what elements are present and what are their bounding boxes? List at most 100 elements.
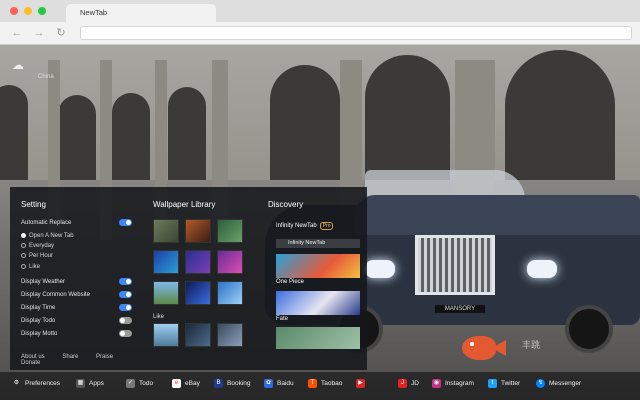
bookmark-messenger[interactable]: ↯ Messenger [536,379,581,389]
pro-badge: Pro [319,222,334,230]
discovery-card-image[interactable] [276,254,360,278]
arch [365,55,450,180]
grid-icon: ▦ [76,379,85,388]
bottom-bar: ⚙ Preferences ▦ Apps ✓ Todo e eBay B Booking … [0,372,640,400]
discovery-app-name: Infinity NewTab Pro [276,222,360,230]
option-per-hour[interactable]: Per Hour [21,253,53,259]
arch [112,93,150,180]
share-link[interactable]: Share [62,354,78,360]
praise-link[interactable]: Praise [96,354,113,360]
bookmark-instagram[interactable]: ◉ Instagram [432,379,474,389]
wallpaper-library-column: Wallpaper Library Like [145,187,260,370]
arrow-right-icon[interactable]: → [32,26,46,40]
auto-replace-label: Automatic Replace [21,220,72,226]
car-grille [415,235,495,295]
display-todo-toggle[interactable] [119,317,132,324]
bookmark-label: Booking [227,380,251,388]
liked-wallpaper-thumb[interactable] [217,323,243,347]
browser-tab[interactable]: NewTab [66,4,216,22]
maximize-window-button[interactable] [38,7,46,15]
display-time-label: Display Time [21,305,56,311]
like-label: Like [153,314,165,320]
twitter-icon: t [488,379,497,388]
wallpaper-thumb[interactable] [153,281,179,305]
discovery-card-image[interactable] [276,327,360,349]
bookmark-tv[interactable]: ▶ [356,379,369,389]
watermark-logo [462,332,512,366]
wallpaper-library-title: Wallpaper Library [153,200,216,209]
bookmark-label: Preferences [25,380,61,388]
arch [505,50,615,180]
bookmark-label: Taobao [321,380,343,388]
wallpaper-thumb[interactable] [185,219,211,243]
bookmark-ebay[interactable]: e eBay [172,379,200,389]
arch [270,65,340,180]
minimize-window-button[interactable] [24,7,32,15]
display-motto-toggle[interactable] [119,330,132,337]
wallpaper-thumb[interactable] [153,250,179,274]
radio-dot [21,243,26,248]
display-common-website-toggle[interactable] [119,291,132,298]
option-like[interactable]: Like [21,264,40,270]
fish-tail [492,340,506,356]
bookmark-taobao[interactable]: T Taobao [308,379,342,389]
bookmark-label: Baidu [277,380,294,388]
display-weather-toggle[interactable] [119,278,132,285]
discovery-card-caption[interactable]: Fate [276,316,288,322]
wallpaper-thumb[interactable] [153,219,179,243]
arrow-left-icon[interactable]: ← [10,26,24,40]
radio-dot [21,264,26,269]
display-time-toggle[interactable] [119,304,132,311]
option-label: Everyday [29,243,55,250]
jd-icon: J [398,379,407,388]
bookmark-baidu[interactable]: ✿ Baidu [264,379,294,389]
auto-replace-toggle[interactable] [119,219,132,226]
bookmark-label: JD [411,380,419,388]
bookmark-twitter[interactable]: t Twitter [488,379,520,389]
bookmark-label: Twitter [501,380,521,388]
car-headlamp [527,260,557,278]
apps-button[interactable]: ▦ Apps [76,379,104,389]
tab-title: NewTab [80,8,108,17]
close-window-button[interactable] [10,7,18,15]
discovery-title: Discovery [268,200,304,209]
baidu-icon: ✿ [264,379,273,388]
setting-footer: About us Share Praise Donate [21,354,143,366]
bookmark-label: Messenger [549,380,582,388]
bookmark-label: Instagram [445,380,474,388]
address-bar[interactable] [80,26,632,40]
settings-panel: Setting Automatic Replace Open A New Tab… [10,187,367,370]
wallpaper-thumb[interactable] [185,250,211,274]
wallpaper-thumb[interactable] [217,250,243,274]
bookmark-booking[interactable]: B Booking [214,379,251,389]
discovery-search-input[interactable]: Infinity NewTab [276,239,360,248]
todo-button[interactable]: ✓ Todo [126,379,153,389]
reload-icon[interactable]: ↻ [54,26,68,40]
wallpaper-thumb[interactable] [217,219,243,243]
bookmark-jd[interactable]: J JD [398,379,419,389]
option-label: Like [29,264,41,271]
liked-wallpaper-thumb[interactable] [153,323,179,347]
check-icon: ✓ [126,379,135,388]
donate-link[interactable]: Donate [21,360,40,366]
taobao-icon: T [308,379,317,388]
display-weather-label: Display Weather [21,279,65,285]
car-wheel [565,305,613,353]
option-open-new-tab[interactable]: Open A New Tab [21,233,74,239]
bookmark-label: eBay [185,380,200,388]
booking-icon: B [214,379,223,388]
wallpaper-thumb[interactable] [185,281,211,305]
discovery-card-caption[interactable]: One Piece [276,279,304,285]
display-common-website-label: Display Common Website [21,292,90,298]
option-everyday[interactable]: Everyday [21,243,54,249]
option-label: Per Hour [29,253,54,260]
messenger-icon: ↯ [536,379,545,388]
car-hood [355,195,640,235]
wallpaper-thumb[interactable] [217,281,243,305]
bookmark-label: Todo [139,380,154,388]
radio-dot [21,253,26,258]
discovery-card-image[interactable] [276,291,360,315]
weather-widget[interactable]: ☁ China [8,56,58,86]
liked-wallpaper-thumb[interactable] [185,323,211,347]
preferences-button[interactable]: ⚙ Preferences [12,379,60,389]
